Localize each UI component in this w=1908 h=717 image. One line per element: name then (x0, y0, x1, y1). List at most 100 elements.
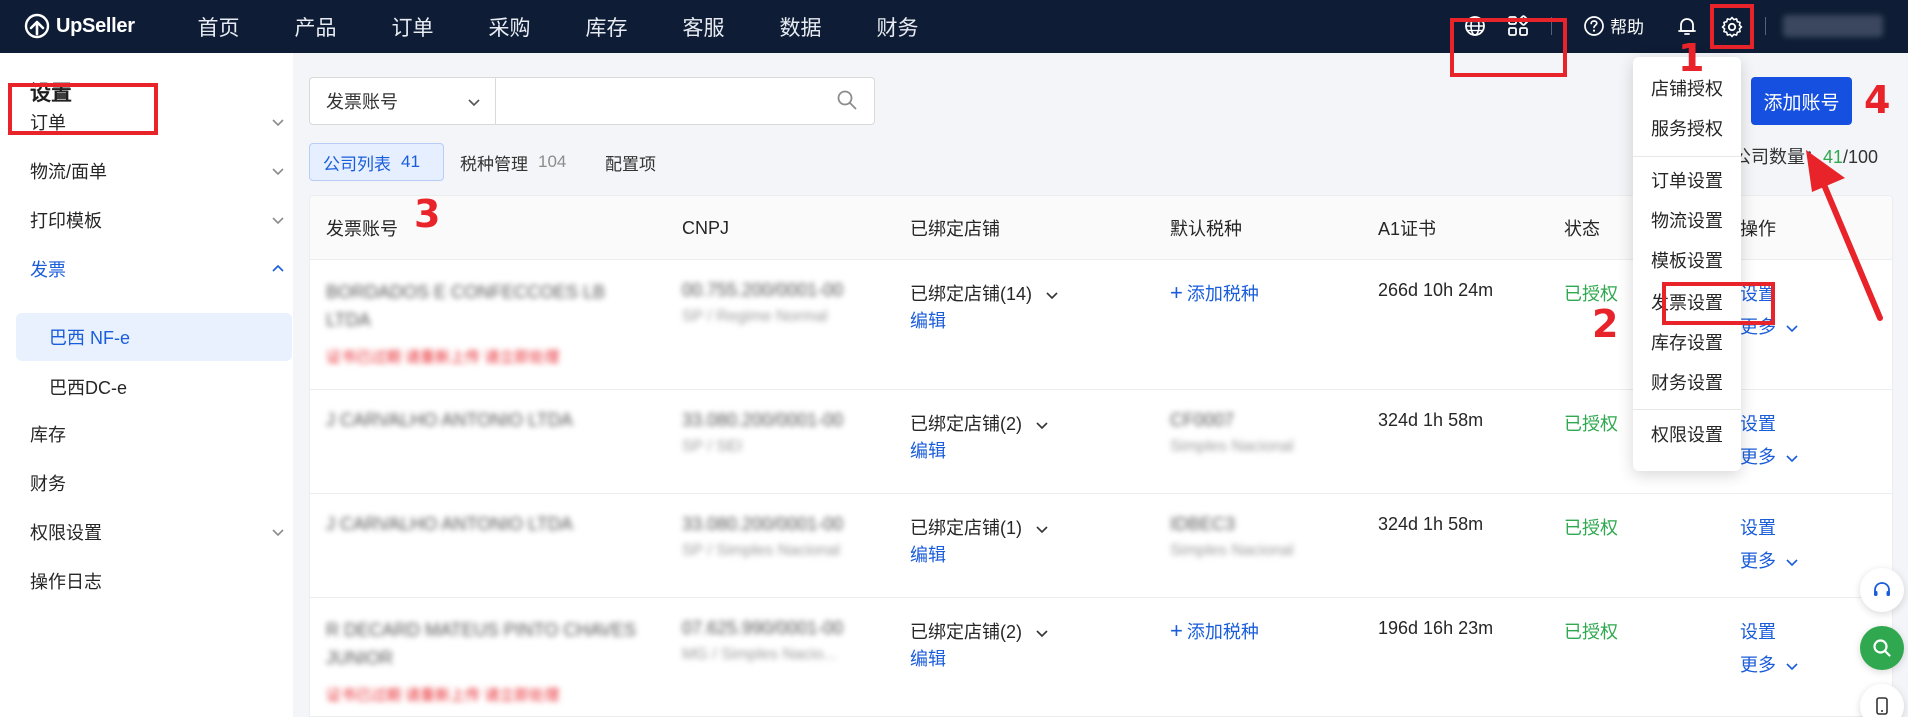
menu-item-permission-settings[interactable]: 权限设置 (1633, 415, 1741, 453)
tab-label: 税种管理 (460, 154, 528, 174)
top-bar: UpSeller 首页 产品 订单 采购 库存 客服 数据 财务 帮助 (0, 0, 1908, 53)
sidebar-item-label: 权限设置 (30, 523, 102, 543)
table-row: J CARVALHO ANTONIO LTDA 33.080.200/0001-… (310, 494, 1892, 598)
nav-data[interactable]: 数据 (752, 0, 849, 53)
sidebar: 设置 订单 物流/面单 打印模板 发票 巴西 NF-e 巴西DC-e 库存 财务… (0, 53, 293, 717)
bound-stores-label: 已绑定店铺(14) (910, 284, 1033, 304)
company-count-value: 41 (1823, 147, 1844, 167)
user-account-blurred[interactable] (1783, 15, 1883, 37)
sidebar-item-finance[interactable]: 财务 (30, 464, 285, 502)
plus-icon: + (1170, 280, 1183, 305)
chevron-down-icon (272, 119, 284, 127)
logo[interactable]: UpSeller (24, 12, 135, 40)
sidebar-item-invoice[interactable]: 发票 (30, 250, 285, 288)
company-count-max: /100 (1843, 147, 1879, 167)
bound-stores-dropdown[interactable]: 已绑定店铺(2) (910, 410, 1049, 436)
edit-link[interactable]: 编辑 (910, 645, 946, 671)
chevron-down-icon (1036, 526, 1048, 534)
cnpj-value: 33.080.200/0001-00 (682, 410, 844, 430)
menu-item-template-settings[interactable]: 模板设置 (1633, 241, 1741, 279)
edit-link[interactable]: 编辑 (910, 307, 946, 333)
chevron-down-icon (1786, 559, 1798, 567)
bound-stores-dropdown[interactable]: 已绑定店铺(2) (910, 618, 1049, 644)
highlight-box-4 (1450, 18, 1567, 77)
menu-item-logistics-settings[interactable]: 物流设置 (1633, 201, 1741, 239)
add-tax-label: 添加税种 (1186, 622, 1259, 642)
sidebar-item-permissions[interactable]: 权限设置 (30, 513, 285, 551)
settings-button-highlight[interactable] (1710, 4, 1754, 49)
nav-products[interactable]: 产品 (267, 0, 364, 53)
edit-link[interactable]: 编辑 (910, 541, 946, 567)
nav-home[interactable]: 首页 (170, 0, 267, 53)
search-icon[interactable] (835, 88, 859, 112)
customer-support-button[interactable] (1860, 568, 1904, 612)
nav-inventory[interactable]: 库存 (558, 0, 655, 53)
cnpj-value: 07.625.990/0001-00 (682, 618, 844, 638)
nav-purchase[interactable]: 采购 (461, 0, 558, 53)
chevron-down-icon (272, 529, 284, 537)
add-account-button[interactable]: 添加账号 (1751, 77, 1852, 125)
sidebar-item-label: 发票 (30, 260, 66, 280)
more-dropdown[interactable]: 更多 (1740, 651, 1799, 677)
sidebar-item-inventory[interactable]: 库存 (30, 415, 285, 453)
search-input[interactable] (495, 77, 875, 125)
add-tax-link[interactable]: + 添加税种 (1170, 280, 1259, 306)
column-header: 默认税种 (1170, 219, 1242, 239)
tab-config[interactable]: 配置项 (605, 143, 656, 181)
menu-divider (1633, 409, 1741, 410)
search-field-selected-value: 发票账号 (326, 92, 398, 112)
more-dropdown[interactable]: 更多 (1740, 443, 1799, 469)
company-count: 公司数量：41/100 (1733, 143, 1878, 169)
bound-stores-dropdown[interactable]: 已绑定店铺(14) (910, 280, 1059, 306)
help-button[interactable]: 帮助 (1583, 13, 1644, 38)
cnpj-sub: SP / Regime Normal (682, 308, 828, 325)
sidebar-subitem-brazil-nfe[interactable]: 巴西 NF-e (16, 313, 292, 361)
default-tax: IDBEC3 (1170, 514, 1236, 534)
chevron-down-icon (1786, 325, 1798, 333)
nav-orders[interactable]: 订单 (364, 0, 461, 53)
more-label: 更多 (1740, 551, 1776, 571)
default-tax: CF0007 (1170, 410, 1235, 430)
chevron-down-icon (1036, 422, 1048, 430)
more-dropdown[interactable]: 更多 (1740, 547, 1799, 573)
account-warning: 证书已过期 请重新上传 请立即处理 (326, 687, 560, 704)
settings-link[interactable]: 设置 (1740, 410, 1776, 436)
settings-link[interactable]: 设置 (1740, 618, 1776, 644)
sidebar-subitem-brazil-dce[interactable]: 巴西DC-e (16, 363, 292, 411)
settings-link[interactable]: 设置 (1740, 514, 1776, 540)
status-badge: 已授权 (1564, 622, 1618, 642)
add-tax-label: 添加税种 (1186, 284, 1259, 304)
sidebar-item-operation-log[interactable]: 操作日志 (30, 562, 285, 600)
cnpj-value: 00.755.200/0001-00 (682, 280, 844, 300)
app-name: UpSeller (56, 14, 135, 37)
edit-link[interactable]: 编辑 (910, 437, 946, 463)
chevron-down-icon (1036, 630, 1048, 638)
highlight-box-3 (8, 83, 158, 135)
tab-count: 41 (401, 152, 420, 171)
menu-item-inventory-settings[interactable]: 库存设置 (1633, 323, 1741, 361)
menu-item-finance-settings[interactable]: 财务设置 (1633, 363, 1741, 401)
sidebar-item-label: 打印模板 (30, 211, 102, 231)
status-badge: 已授权 (1564, 414, 1618, 434)
menu-item-order-settings[interactable]: 订单设置 (1633, 161, 1741, 199)
floating-search-button[interactable] (1860, 626, 1904, 670)
mobile-phone-icon (1876, 697, 1888, 715)
main-nav: 首页 产品 订单 采购 库存 客服 数据 财务 (170, 0, 946, 53)
help-label: 帮助 (1610, 18, 1644, 37)
chevron-down-icon (1046, 292, 1058, 300)
nav-customer-service[interactable]: 客服 (655, 0, 752, 53)
bound-stores-label: 已绑定店铺(2) (910, 414, 1022, 434)
table-row: R DECARD MATEUS PINTO CHAVES JUNIOR 证书已过… (310, 598, 1892, 716)
sidebar-item-logistics[interactable]: 物流/面单 (30, 152, 285, 190)
tab-company-list[interactable]: 公司列表 41 (309, 143, 444, 181)
menu-item-service-auth[interactable]: 服务授权 (1633, 109, 1741, 147)
bound-stores-dropdown[interactable]: 已绑定店铺(1) (910, 514, 1049, 540)
add-tax-link[interactable]: + 添加税种 (1170, 618, 1259, 644)
headset-icon (1874, 582, 1890, 596)
tab-label: 公司列表 (323, 154, 391, 174)
tab-tax-management[interactable]: 税种管理 104 (460, 143, 566, 181)
search-field-select[interactable]: 发票账号 (309, 77, 496, 125)
nav-finance[interactable]: 财务 (849, 0, 946, 53)
sidebar-item-print-templates[interactable]: 打印模板 (30, 201, 285, 239)
tab-count: 104 (538, 152, 567, 171)
